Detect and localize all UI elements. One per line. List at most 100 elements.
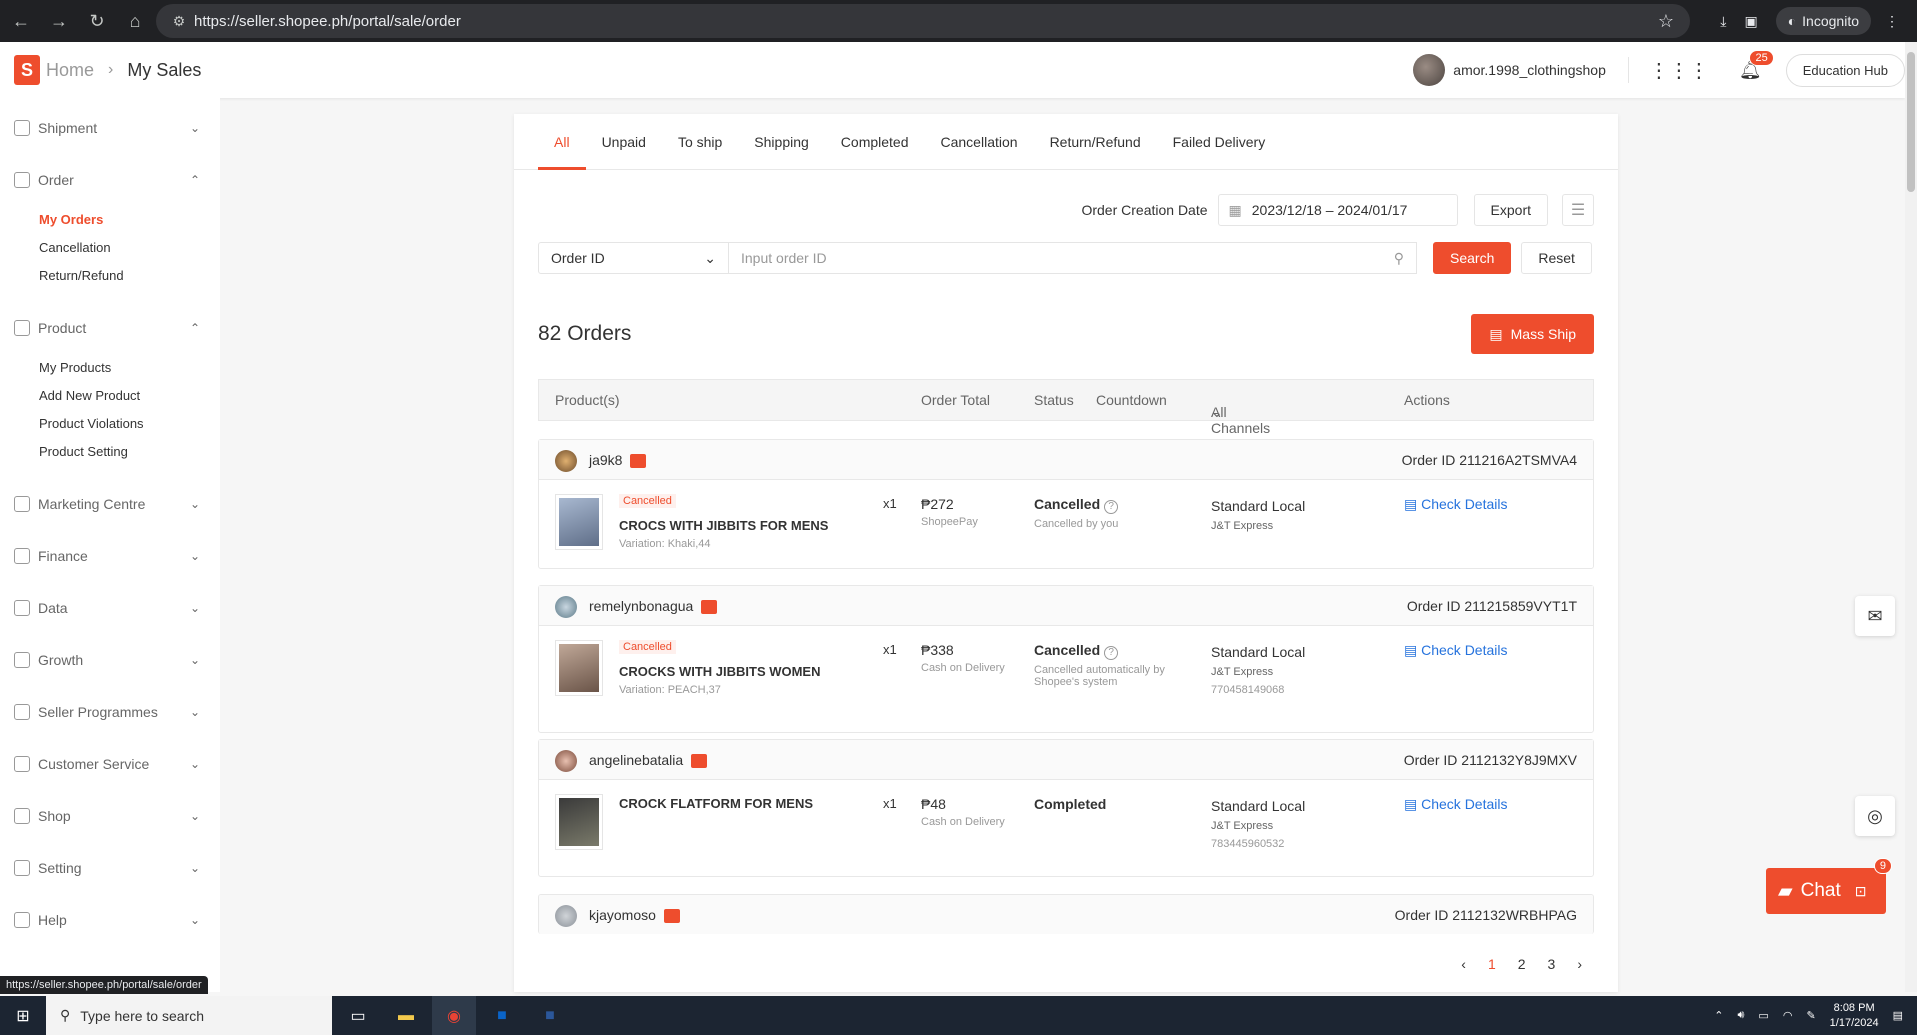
back-icon[interactable]: ← [4, 4, 38, 38]
breadcrumb-home[interactable]: Home [46, 60, 94, 81]
sidebar-item-growth[interactable]: Growth ⌄ [0, 634, 220, 686]
pen-icon[interactable]: ✎ [1806, 1009, 1815, 1022]
shop-name[interactable]: amor.1998_clothingshop [1453, 62, 1606, 78]
reset-button[interactable]: Reset [1521, 242, 1592, 274]
sidebar-item-cancellation[interactable]: Cancellation [0, 234, 220, 262]
chevron-up-icon[interactable]: ⌃ [1714, 1009, 1723, 1022]
shopee-logo[interactable]: S [14, 55, 40, 85]
sidebar-item-finance[interactable]: Finance ⌄ [0, 530, 220, 582]
chat-icon[interactable] [630, 454, 647, 469]
tab-unpaid[interactable]: Unpaid [586, 114, 662, 169]
status-url: https://seller.shopee.ph/portal/sale/ord… [0, 976, 208, 994]
apps-grid-icon[interactable]: ⋮⋮⋮ [1649, 58, 1709, 83]
home-icon[interactable]: ⌂ [118, 4, 152, 38]
tab-return-refund[interactable]: Return/Refund [1034, 114, 1157, 169]
tab-shipping[interactable]: Shipping [738, 114, 825, 169]
product-image[interactable] [555, 640, 603, 696]
windows-start-icon[interactable]: ⊞ [0, 996, 46, 1035]
check-details-link[interactable]: ▤ Check Details [1404, 796, 1508, 813]
mass-ship-button[interactable]: ▤ Mass Ship [1471, 314, 1594, 354]
list-menu-icon[interactable]: ☰ [1562, 194, 1594, 226]
sidebar-item-my-orders[interactable]: My Orders [0, 206, 220, 234]
tab-cancellation[interactable]: Cancellation [925, 114, 1034, 169]
menu-dots-icon[interactable]: ⋮ [1885, 13, 1899, 30]
task-view-icon[interactable]: ▭ [336, 996, 380, 1035]
date-range-picker[interactable]: ▦ 2023/12/18 – 2024/01/17 [1217, 194, 1458, 226]
sidebar-item-help[interactable]: Help ⌄ [0, 894, 220, 946]
buyer-avatar[interactable] [555, 450, 577, 472]
product-image[interactable] [555, 794, 603, 850]
sidebar-item-seller-programmes[interactable]: Seller Programmes ⌄ [0, 686, 220, 738]
page-2[interactable]: 2 [1518, 956, 1526, 972]
sidebar-item-my-products[interactable]: My Products [0, 354, 220, 382]
buyer-name[interactable]: angelinebatalia [589, 752, 708, 769]
tab-failed-delivery[interactable]: Failed Delivery [1157, 114, 1282, 169]
sidebar-item-shipment[interactable]: Shipment ⌄ [0, 102, 220, 154]
incognito-icon: ◐ [1787, 13, 1797, 29]
tab-all[interactable]: All [538, 114, 586, 170]
education-hub-button[interactable]: Education Hub [1785, 53, 1905, 87]
page-3[interactable]: 3 [1548, 956, 1556, 972]
clock[interactable]: 8:08 PM 1/17/2024 [1830, 1001, 1879, 1031]
tab-to-ship[interactable]: To ship [662, 114, 738, 169]
buyer-avatar[interactable] [555, 596, 577, 618]
check-details-link[interactable]: ▤ Check Details [1404, 642, 1508, 659]
address-bar[interactable]: ⚙ https://seller.shopee.ph/portal/sale/o… [156, 4, 1690, 38]
buyer-name[interactable]: kjayomoso [589, 907, 680, 924]
notification-bell-icon[interactable]: 🔔︎ 25 [1739, 49, 1774, 81]
avatar[interactable] [1413, 54, 1446, 86]
buyer-avatar[interactable] [555, 750, 577, 772]
word-icon[interactable]: ■ [528, 996, 572, 1035]
chevron-right-icon: › [108, 61, 114, 78]
sidebar-item-data[interactable]: Data ⌄ [0, 582, 220, 634]
product-image[interactable] [555, 494, 603, 550]
check-details-link[interactable]: ▤ Check Details [1404, 496, 1508, 513]
volume-icon[interactable]: 🔊︎ [1737, 1009, 1744, 1022]
help-icon[interactable]: ? [1104, 500, 1119, 514]
wifi-icon[interactable]: ◠ [1783, 1009, 1793, 1022]
incognito-badge[interactable]: ◐ Incognito [1775, 7, 1871, 35]
outlook-icon[interactable]: ■ [480, 996, 524, 1035]
side-panel-icon[interactable]: ▣ [1744, 13, 1757, 30]
prev-page-icon[interactable]: ‹ [1461, 956, 1466, 972]
sidebar-item-marketing[interactable]: Marketing Centre ⌄ [0, 478, 220, 530]
chat-icon[interactable] [701, 600, 718, 615]
sidebar-item-add-product[interactable]: Add New Product [0, 382, 220, 410]
help-icon[interactable]: ? [1104, 646, 1119, 660]
buyer-name[interactable]: ja9k8 [589, 452, 647, 469]
order-id-search-input[interactable]: Input order ID ⚲ [729, 242, 1417, 274]
next-page-icon[interactable]: › [1577, 956, 1582, 972]
taskbar-search[interactable]: ⚲ Type here to search [46, 996, 332, 1035]
reload-icon[interactable]: ↻ [80, 4, 114, 38]
download-icon[interactable]: ⤓ [1720, 13, 1726, 30]
site-info-icon[interactable]: ⚙ [164, 13, 194, 30]
mail-icon[interactable]: ✉ [1855, 596, 1895, 636]
file-explorer-icon[interactable]: ▬ [384, 996, 428, 1035]
chat-button[interactable]: ▰ Chat ⊡ 9 [1766, 858, 1892, 914]
chrome-icon[interactable]: ◉ [432, 996, 476, 1035]
bookmark-star-icon[interactable]: ☆ [1658, 11, 1674, 32]
chat-icon[interactable] [691, 754, 708, 769]
sidebar-item-shop[interactable]: Shop ⌄ [0, 790, 220, 842]
sidebar-item-product-setting[interactable]: Product Setting [0, 438, 220, 466]
search-type-select[interactable]: Order ID ⌄ [538, 242, 729, 274]
buyer-avatar[interactable] [555, 905, 577, 927]
support-icon[interactable]: ◎ [1855, 796, 1895, 836]
battery-icon[interactable]: ▭ [1758, 1009, 1768, 1022]
notification-center-icon[interactable]: ▤ [1893, 1009, 1903, 1022]
export-button[interactable]: Export [1473, 194, 1548, 226]
notification-badge: 25 [1749, 49, 1774, 66]
page-scrollbar[interactable] [1905, 42, 1917, 992]
buyer-name[interactable]: remelynbonagua [589, 598, 718, 615]
chat-icon[interactable] [663, 909, 680, 924]
sidebar-item-customer-service[interactable]: Customer Service ⌄ [0, 738, 220, 790]
forward-icon[interactable]: → [42, 4, 76, 38]
sidebar-item-product-violations[interactable]: Product Violations [0, 410, 220, 438]
sidebar-item-setting[interactable]: Setting ⌄ [0, 842, 220, 894]
sidebar-item-product[interactable]: Product ⌃ [0, 302, 220, 354]
sidebar-item-order[interactable]: Order ⌃ [0, 154, 220, 206]
tab-completed[interactable]: Completed [825, 114, 925, 169]
sidebar-item-return-refund[interactable]: Return/Refund [0, 262, 220, 290]
search-button[interactable]: Search [1433, 242, 1512, 274]
page-1[interactable]: 1 [1488, 956, 1496, 972]
